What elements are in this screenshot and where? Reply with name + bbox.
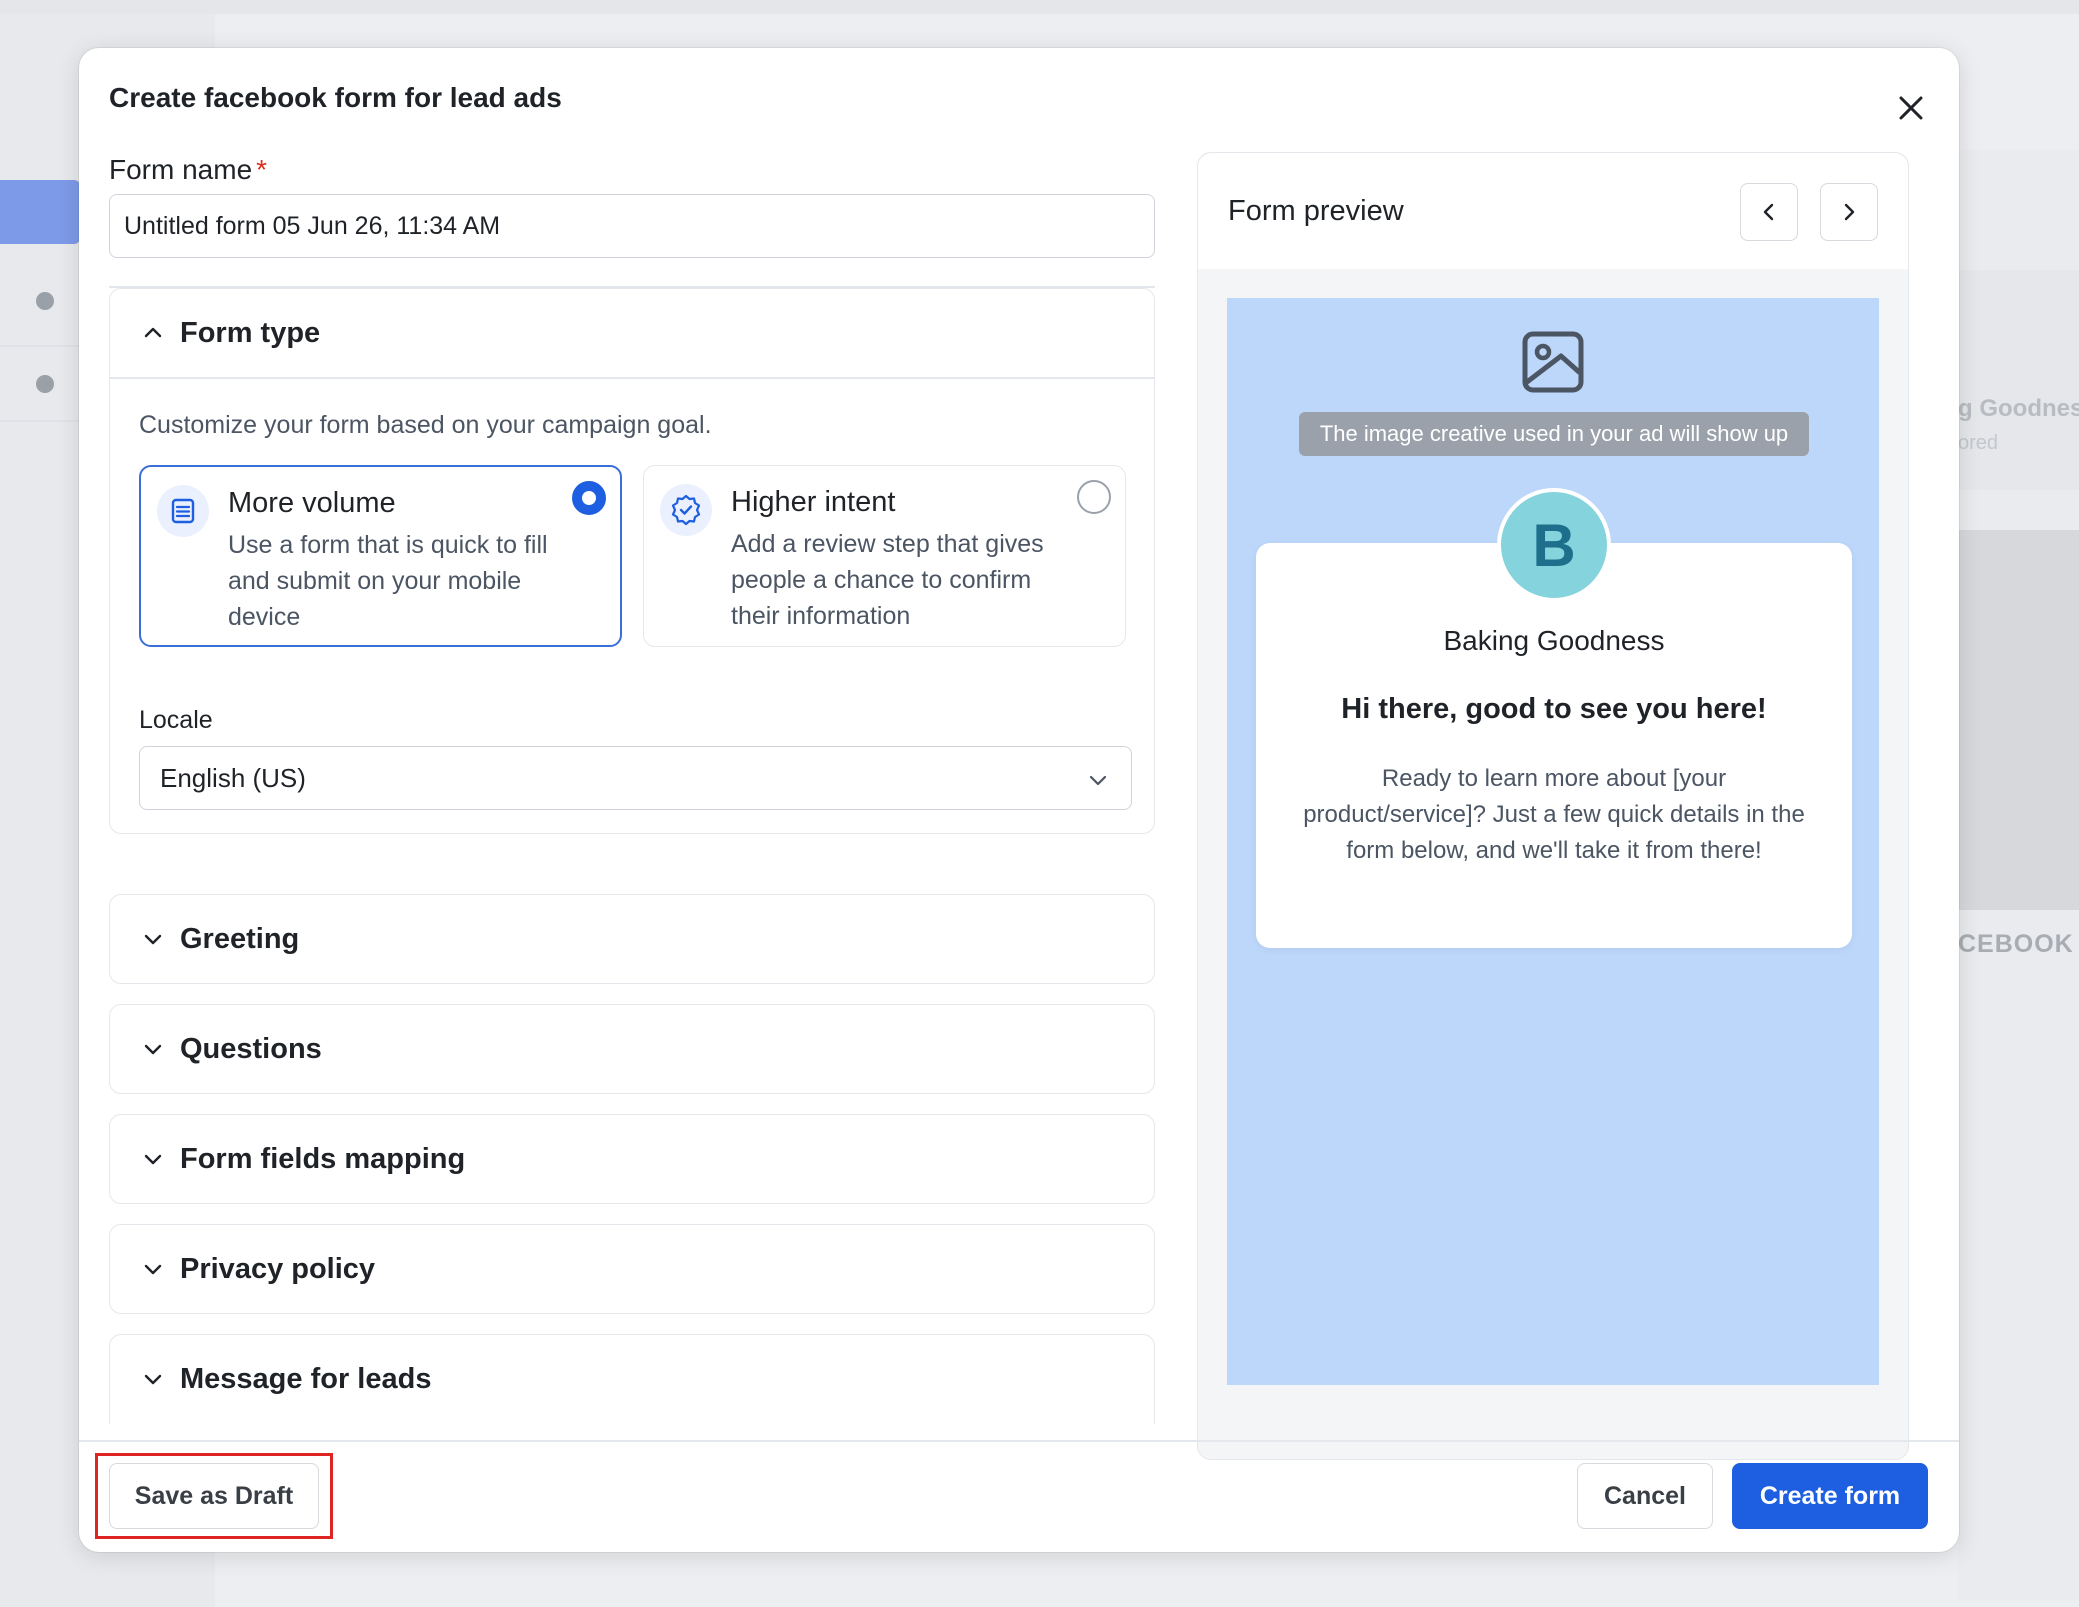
section-greeting-header[interactable]: Greeting bbox=[110, 895, 1154, 983]
section-title: Greeting bbox=[180, 922, 300, 955]
section-greeting: Greeting bbox=[109, 894, 1155, 984]
locale-label: Locale bbox=[139, 706, 213, 734]
chevron-down-icon bbox=[140, 1146, 166, 1172]
section-title: Form fields mapping bbox=[180, 1142, 466, 1175]
section-form-fields-mapping-header[interactable]: Form fields mapping bbox=[110, 1115, 1154, 1203]
option-title: More volume bbox=[228, 487, 396, 519]
close-icon bbox=[1899, 96, 1923, 120]
background-text: ored bbox=[1958, 432, 1999, 454]
cancel-button[interactable]: Cancel bbox=[1577, 1463, 1713, 1529]
greeting-card: Baking Goodness Hi there, good to see yo… bbox=[1256, 543, 1852, 948]
option-more-volume[interactable]: More volume Use a form that is quick to … bbox=[139, 465, 622, 647]
divider bbox=[110, 377, 1154, 379]
radio-unselected[interactable] bbox=[1077, 480, 1111, 514]
radio-selected[interactable] bbox=[572, 481, 606, 515]
form-name-input[interactable] bbox=[109, 194, 1155, 258]
form-preview-header: Form preview bbox=[1198, 153, 1908, 269]
footer-divider bbox=[79, 1440, 1959, 1442]
image-placeholder-icon bbox=[1522, 331, 1584, 393]
avatar: B bbox=[1497, 488, 1611, 602]
background-right-media bbox=[1958, 530, 2079, 910]
chevron-down-icon bbox=[140, 1036, 166, 1062]
section-message-for-leads: Message for leads bbox=[109, 1334, 1155, 1424]
section-title: Privacy policy bbox=[180, 1252, 376, 1285]
form-type-description: Customize your form based on your campai… bbox=[139, 411, 712, 439]
background-sidebar-active-item bbox=[0, 180, 80, 244]
chevron-left-icon bbox=[1763, 203, 1774, 221]
preview-next-button[interactable] bbox=[1820, 183, 1878, 241]
greeting-body: Ready to learn more about [your product/… bbox=[1303, 765, 1805, 864]
greeting-headline: Hi there, good to see you here! bbox=[1341, 693, 1767, 725]
modal-title: Create facebook form for lead ads bbox=[109, 82, 562, 113]
image-caption: The image creative used in your ad will … bbox=[1299, 412, 1809, 456]
background-sidebar-dot bbox=[36, 292, 54, 310]
chevron-down-icon bbox=[140, 1366, 166, 1392]
background-right-card bbox=[1958, 270, 2079, 490]
create-form-button[interactable]: Create form bbox=[1732, 1463, 1928, 1529]
form-name-label: Form name * bbox=[109, 154, 267, 186]
required-mark: * bbox=[256, 154, 268, 185]
background-text: g Goodnes bbox=[1958, 395, 2079, 422]
chevron-up-icon bbox=[140, 320, 166, 346]
section-privacy-policy: Privacy policy bbox=[109, 1224, 1155, 1314]
chevron-down-icon bbox=[140, 1256, 166, 1282]
save-as-draft-button[interactable]: Save as Draft bbox=[109, 1463, 319, 1529]
list-form-icon bbox=[157, 485, 209, 537]
section-questions-header[interactable]: Questions bbox=[110, 1005, 1154, 1093]
section-form-type: Form type Customize your form based on y… bbox=[109, 288, 1155, 834]
section-title: Message for leads bbox=[180, 1362, 432, 1395]
chevron-right-icon bbox=[1844, 203, 1855, 221]
verified-badge-icon bbox=[660, 484, 712, 536]
section-title: Form type bbox=[180, 316, 321, 349]
preview-canvas: The image creative used in your ad will … bbox=[1227, 298, 1879, 1385]
section-questions: Questions bbox=[109, 1004, 1155, 1094]
section-form-type-header[interactable]: Form type bbox=[110, 289, 1154, 377]
chevron-down-icon bbox=[1087, 767, 1109, 798]
section-title: Questions bbox=[180, 1032, 322, 1065]
locale-select[interactable]: English (US) bbox=[139, 746, 1132, 810]
chevron-down-icon bbox=[140, 926, 166, 952]
locale-value: English (US) bbox=[160, 762, 306, 793]
background-text: CEBOOK bbox=[1958, 930, 2074, 958]
form-preview-title: Form preview bbox=[1228, 195, 1404, 227]
section-message-for-leads-header[interactable]: Message for leads bbox=[110, 1335, 1154, 1423]
option-description: Add a review step that gives people a ch… bbox=[731, 530, 1044, 630]
form-name-label-text: Form name bbox=[109, 154, 253, 185]
section-privacy-policy-header[interactable]: Privacy policy bbox=[110, 1225, 1154, 1313]
brand-name: Baking Goodness bbox=[1443, 625, 1665, 656]
background-top-strip bbox=[0, 0, 2079, 14]
background-sidebar-dot bbox=[36, 375, 54, 393]
option-title: Higher intent bbox=[731, 486, 896, 518]
create-form-modal: Create facebook form for lead ads Form n… bbox=[79, 48, 1959, 1552]
form-preview-panel: Form preview The image creative used in … bbox=[1197, 152, 1909, 1460]
section-form-fields-mapping: Form fields mapping bbox=[109, 1114, 1155, 1204]
close-button[interactable] bbox=[1889, 86, 1933, 130]
option-description: Use a form that is quick to fill and sub… bbox=[228, 531, 548, 631]
preview-prev-button[interactable] bbox=[1740, 183, 1798, 241]
option-higher-intent[interactable]: Higher intent Add a review step that giv… bbox=[643, 465, 1126, 647]
